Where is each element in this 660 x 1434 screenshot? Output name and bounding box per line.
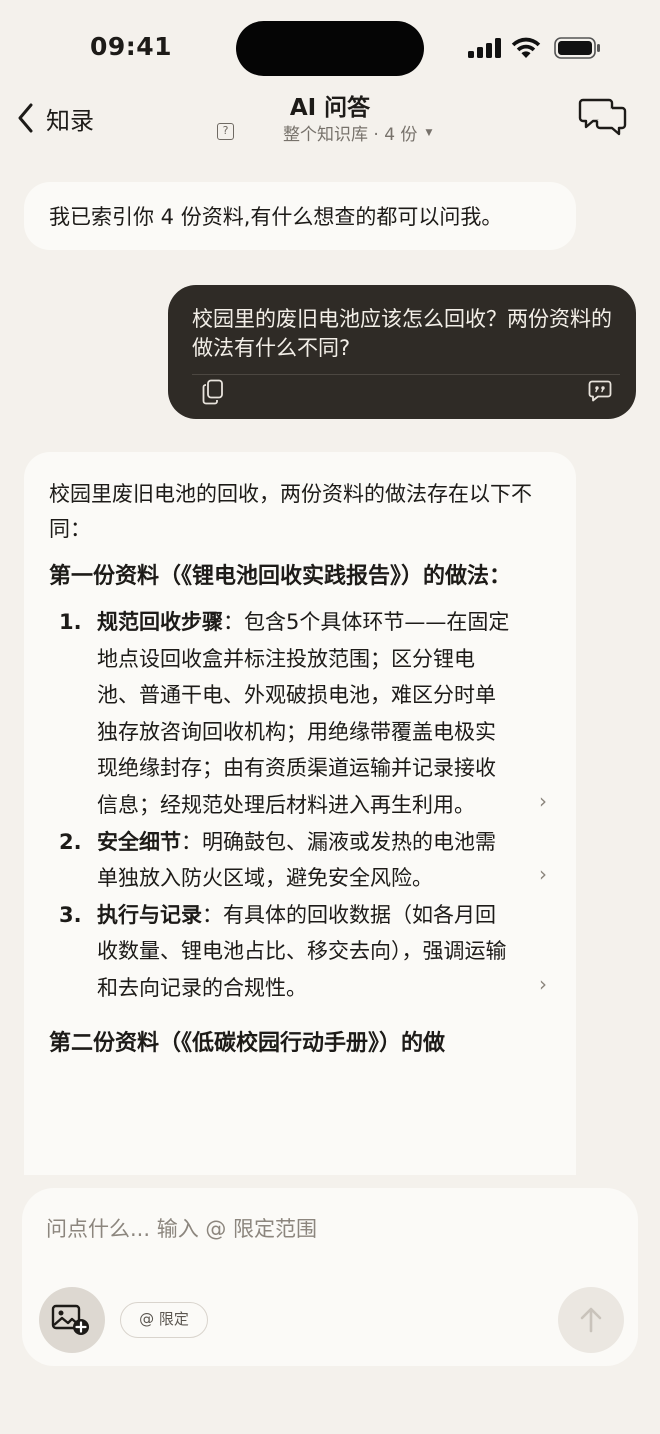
- message-list[interactable]: 我已索引你 4 份资料,有什么想查的都可以问我。 校园里的废旧电池应该怎么回收？…: [0, 170, 660, 1175]
- list-number: 3.: [59, 902, 82, 927]
- battery-icon: [554, 37, 600, 59]
- message-divider: [192, 374, 620, 375]
- list-item-title: 执行与记录: [97, 902, 202, 927]
- add-image-button[interactable]: [39, 1287, 105, 1353]
- chat-bubbles-icon: [578, 98, 627, 136]
- user-message: 校园里的废旧电池应该怎么回收？两份资料的做法有什么不同?: [168, 285, 636, 419]
- image-add-icon: [51, 1304, 89, 1335]
- chat-history-button[interactable]: [578, 96, 628, 142]
- list-number: 1.: [59, 610, 82, 634]
- copy-icon: [202, 379, 223, 405]
- list-item: 3. 执行与记录：有具体的回收数据（如各月回收数量、锂电池占比、移交去向），强调…: [49, 897, 551, 1007]
- caret-down-icon: ▼: [425, 127, 433, 138]
- question-input[interactable]: [46, 1212, 606, 1246]
- status-time: 09:41: [90, 32, 173, 61]
- arrow-up-icon: [580, 1307, 602, 1333]
- quote-icon: [588, 380, 612, 402]
- answer-intro: 校园里废旧电池的回收，两份资料的做法存在以下不同：: [49, 482, 532, 541]
- cellular-signal-icon: [468, 38, 501, 58]
- scope-limit-chip[interactable]: @ 限定: [120, 1302, 208, 1338]
- assistant-answer: 校园里废旧电池的回收，两份资料的做法存在以下不同： 第一份资料（《锂电池回收实践…: [24, 452, 576, 1175]
- send-button[interactable]: [558, 1287, 624, 1353]
- quote-button[interactable]: [588, 380, 612, 406]
- list-item: 2. 安全细节：明确鼓包、漏液或发热的电池需单独放入防火区域，避免安全风险。 ›: [49, 824, 551, 897]
- scope-label: 整个知识库 · 4 份: [283, 125, 418, 145]
- assistant-greeting-text: 我已索引你 4 份资料,有什么想查的都可以问我。: [49, 205, 503, 229]
- copy-button[interactable]: [202, 379, 224, 409]
- composer: @ 限定: [22, 1188, 638, 1366]
- answer-list: 1. 规范回收步骤：包含5个具体环节——在固定地点设回收盒并标注投放范围；区分锂…: [49, 604, 551, 1007]
- chevron-right-icon[interactable]: ›: [539, 856, 547, 893]
- list-number: 2.: [59, 829, 82, 854]
- list-item-text: ：包含5个具体环节——在固定地点设回收盒并标注投放范围；区分锂电池、普通干电、外…: [97, 610, 510, 817]
- chevron-right-icon[interactable]: ›: [539, 966, 547, 1003]
- assistant-message: 我已索引你 4 份资料,有什么想查的都可以问我。: [24, 182, 576, 250]
- page-title: AI 问答: [289, 95, 371, 121]
- section-heading: 第一份资料（《锂电池回收实践报告》）的做法：: [49, 564, 512, 589]
- user-question-text: 校园里的废旧电池应该怎么回收？两份资料的做法有什么不同?: [192, 307, 612, 360]
- list-item: 1. 规范回收步骤：包含5个具体环节——在固定地点设回收盒并标注投放范围；区分锂…: [49, 604, 551, 824]
- dynamic-island: [236, 21, 424, 76]
- section-heading: 第二份资料（《低碳校园行动手册》）的做: [49, 1030, 446, 1056]
- help-icon[interactable]: ?: [217, 123, 234, 140]
- list-item-title: 规范回收步骤: [97, 610, 223, 634]
- wifi-icon: [511, 37, 541, 58]
- scope-selector[interactable]: 整个知识库 · 4 份 ▼: [283, 120, 432, 145]
- list-item-title: 安全细节: [97, 829, 181, 854]
- chevron-right-icon[interactable]: ›: [539, 783, 547, 820]
